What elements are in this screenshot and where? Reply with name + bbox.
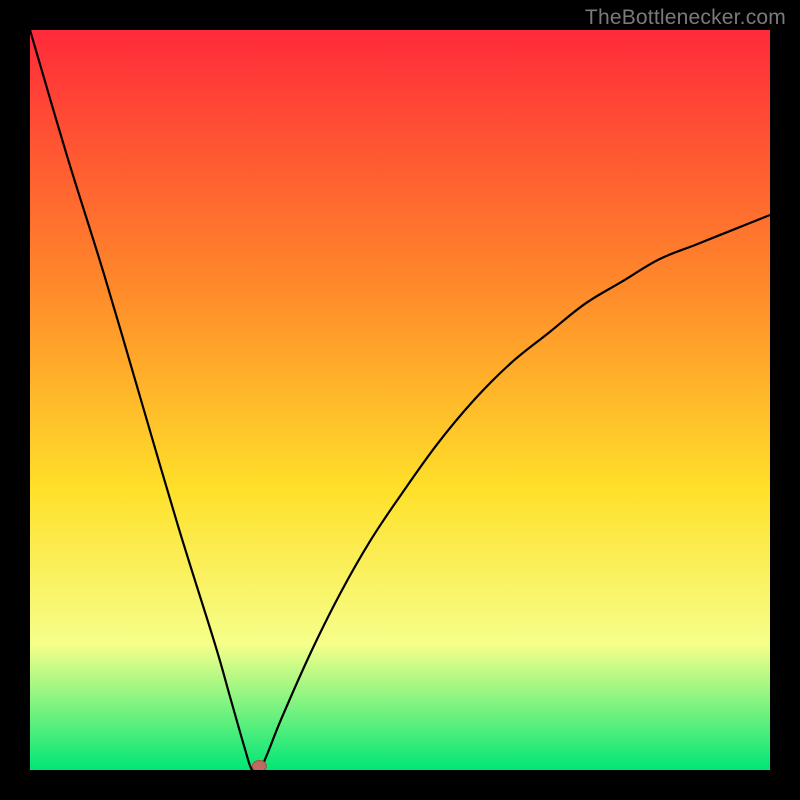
chart-container: TheBottlenecker.com xyxy=(0,0,800,800)
plot-area xyxy=(30,30,770,770)
watermark-text: TheBottlenecker.com xyxy=(585,6,786,30)
optimal-point-marker xyxy=(252,761,266,771)
bottleneck-chart xyxy=(30,30,770,770)
